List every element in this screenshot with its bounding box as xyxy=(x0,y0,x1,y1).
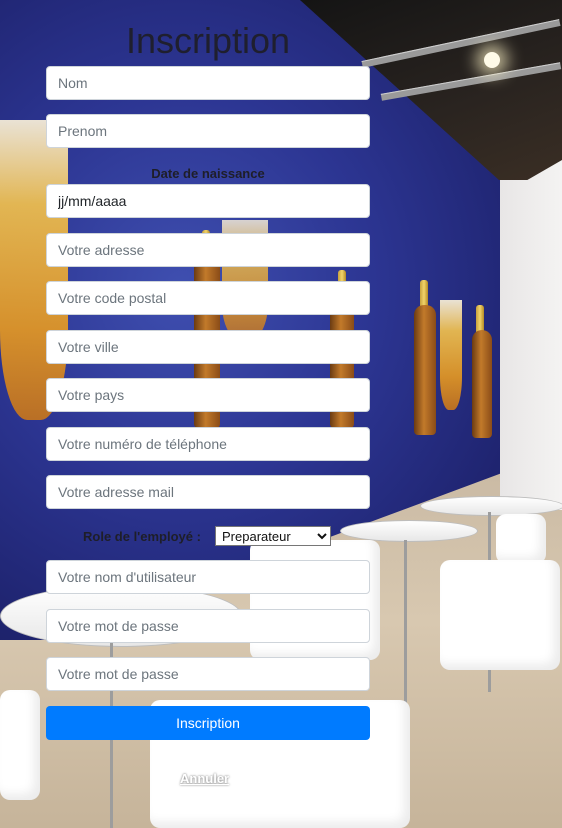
code-postal-input[interactable] xyxy=(46,281,370,315)
adresse-input[interactable] xyxy=(46,233,370,267)
email-input[interactable] xyxy=(46,475,370,509)
pays-input[interactable] xyxy=(46,378,370,412)
password-input[interactable] xyxy=(46,609,370,643)
inscription-button[interactable]: Inscription xyxy=(46,706,370,740)
telephone-input[interactable] xyxy=(46,427,370,461)
annuler-link[interactable]: Annuler xyxy=(180,771,229,786)
date-naissance-input[interactable] xyxy=(46,184,370,218)
ville-input[interactable] xyxy=(46,330,370,364)
date-label: Date de naissance xyxy=(151,166,265,181)
username-input[interactable] xyxy=(46,560,370,594)
role-select[interactable]: Preparateur xyxy=(215,526,331,546)
role-label: Role de l'employé : xyxy=(83,529,201,544)
prenom-input[interactable] xyxy=(46,114,370,148)
nom-input[interactable] xyxy=(46,66,370,100)
page-title: Inscription xyxy=(125,20,291,61)
password-confirm-input[interactable] xyxy=(46,657,370,691)
